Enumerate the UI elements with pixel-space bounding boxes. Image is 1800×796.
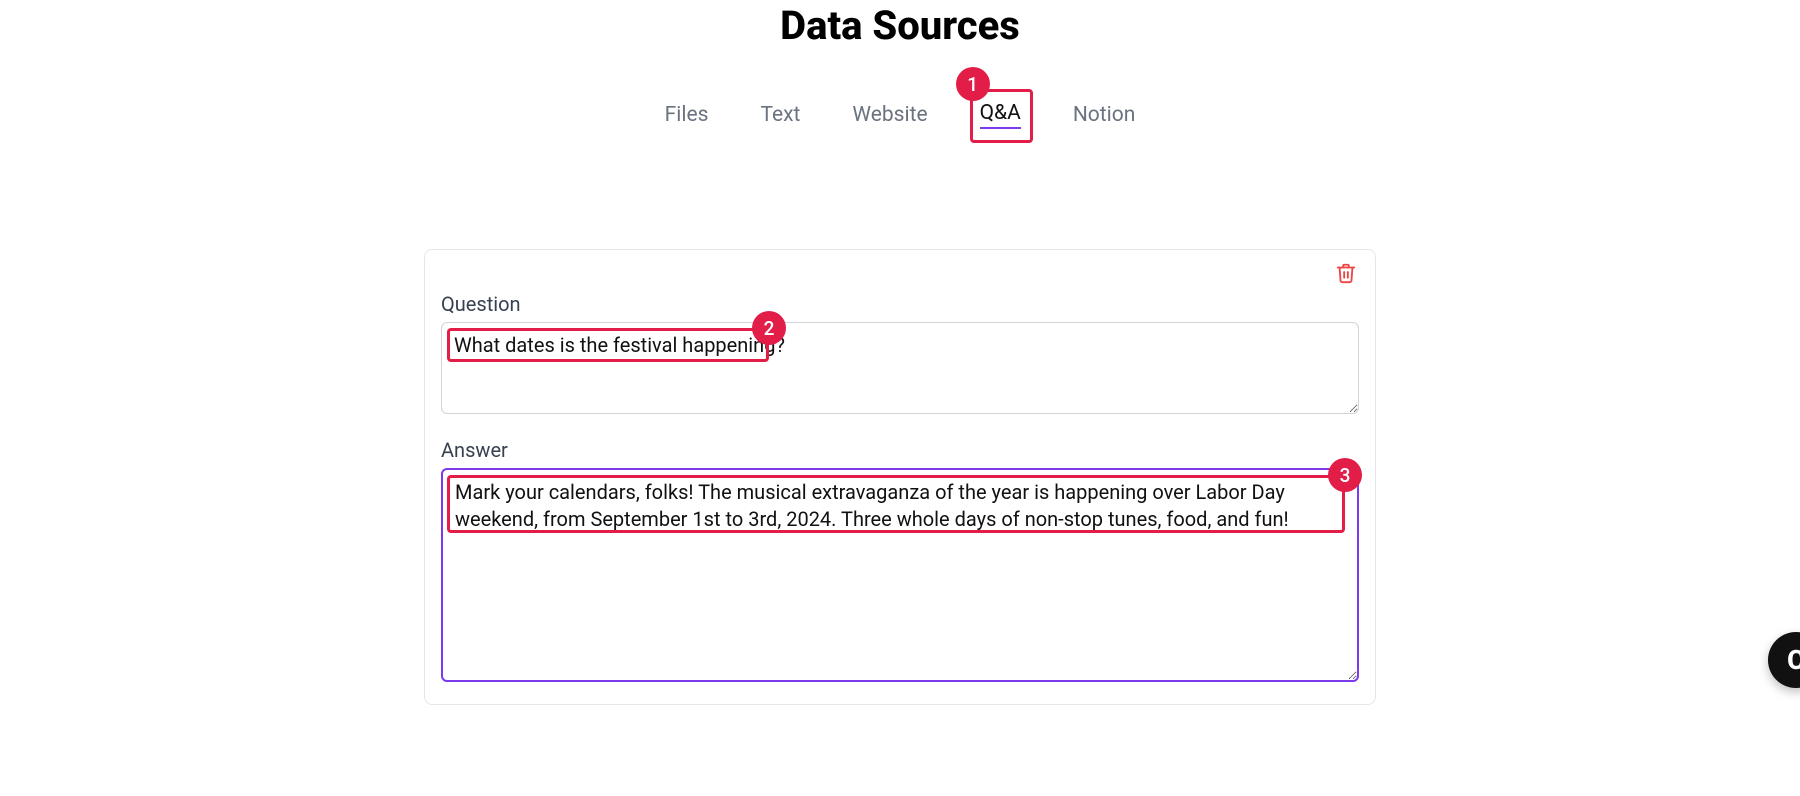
question-label: Question — [441, 292, 1359, 316]
tab-text[interactable]: Text — [760, 101, 800, 129]
annotation-badge-3: 3 — [1328, 458, 1362, 492]
page-title: Data Sources — [0, 2, 1800, 49]
trash-icon[interactable] — [1335, 262, 1357, 284]
answer-label: Answer — [441, 438, 1359, 462]
tab-website[interactable]: Website — [852, 101, 927, 129]
tab-notion[interactable]: Notion — [1073, 101, 1136, 129]
annotation-badge-1: 1 — [956, 67, 990, 101]
tab-qa[interactable]: Q&A — [980, 99, 1021, 129]
tab-qa-wrap: Q&A — [980, 101, 1021, 129]
chat-bubble-button[interactable]: C — [1768, 632, 1800, 688]
question-input[interactable] — [441, 322, 1359, 414]
qa-card: Question Answer — [424, 249, 1376, 705]
answer-input[interactable] — [441, 468, 1359, 682]
tab-files[interactable]: Files — [665, 101, 709, 129]
tab-bar: Files Text Website Q&A Notion — [0, 101, 1800, 129]
annotation-badge-2: 2 — [752, 311, 786, 345]
chat-bubble-letter: C — [1787, 644, 1800, 676]
